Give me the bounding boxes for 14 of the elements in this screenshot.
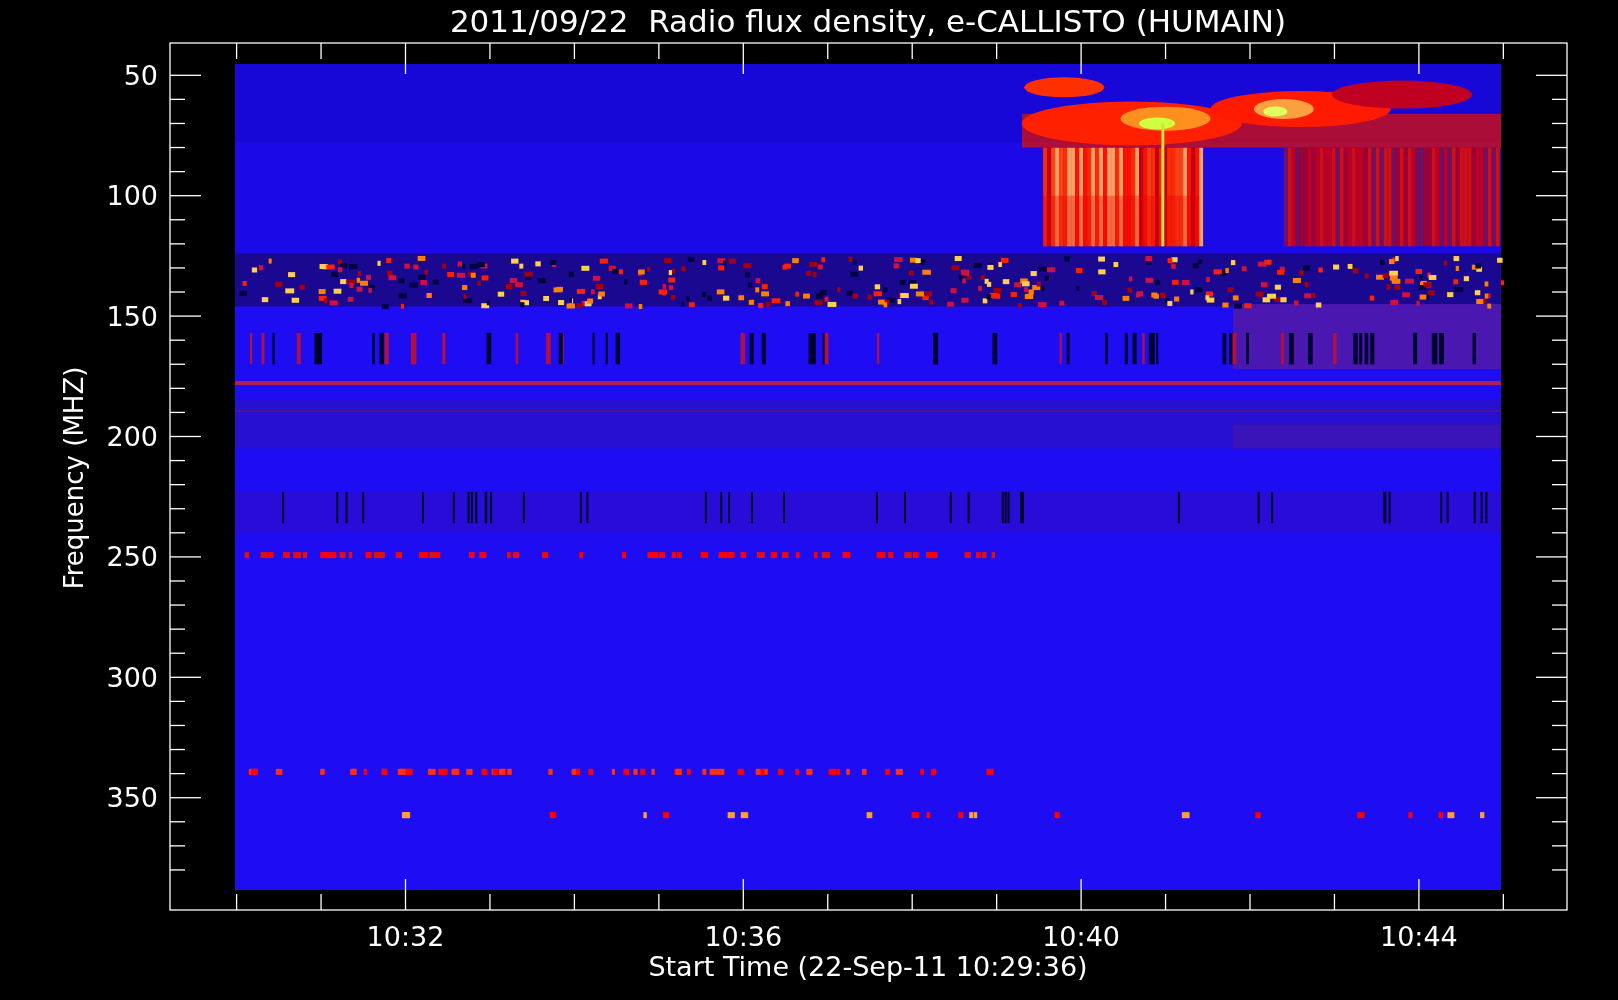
axis-label: Frequency (MHZ) bbox=[59, 366, 89, 590]
tick-label: 10:44 bbox=[1380, 920, 1458, 952]
tick-label: 10:40 bbox=[1042, 920, 1120, 952]
tick-label: 200 bbox=[106, 421, 158, 452]
tick-label: 100 bbox=[106, 180, 158, 212]
tick-label: 300 bbox=[106, 661, 158, 693]
tick-label: 250 bbox=[106, 541, 158, 573]
chart-title: 2011/09/22 Radio flux density, e-CALLISTO (HUMAIN) bbox=[449, 3, 1287, 39]
tick-label: 10:32 bbox=[366, 920, 445, 952]
tick-label: 50 bbox=[123, 59, 158, 91]
tick-label: 350 bbox=[106, 782, 158, 814]
axis-label: Start Time (22-Sep-11 10:29:36) bbox=[648, 950, 1088, 982]
tick-label: 10:36 bbox=[704, 920, 783, 952]
tick-label: 150 bbox=[106, 300, 158, 332]
